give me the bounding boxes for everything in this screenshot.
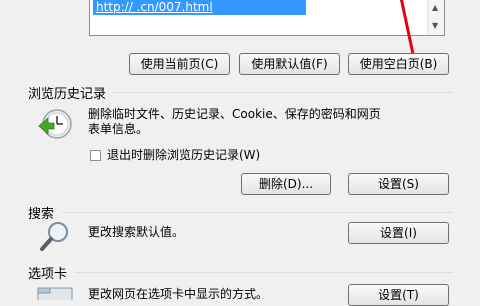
browsing-history-description-line2: 表单信息。 — [88, 122, 149, 136]
history-settings-button[interactable]: 设置(S) — [348, 173, 449, 195]
scroll-up-arrow-icon[interactable]: ▲ — [432, 3, 438, 12]
section-divider — [113, 92, 453, 93]
use-default-button[interactable]: 使用默认值(F) — [239, 53, 340, 75]
use-current-page-button[interactable]: 使用当前页(C) — [129, 53, 230, 75]
use-blank-page-button[interactable]: 使用空白页(B) — [348, 53, 449, 75]
delete-on-exit-label[interactable]: 退出时删除浏览历史记录(W) — [107, 147, 260, 163]
browsing-history-title: 浏览历史记录 — [28, 87, 107, 102]
tabs-settings-button[interactable]: 设置(T) — [348, 284, 449, 306]
tabs-title: 选项卡 — [28, 267, 68, 282]
search-settings-button[interactable]: 设置(I) — [348, 222, 449, 244]
scroll-down-arrow-icon[interactable]: ▼ — [432, 21, 438, 30]
magnifier-icon — [36, 218, 74, 256]
section-divider — [62, 212, 453, 213]
delete-history-button[interactable]: 删除(D)... — [241, 173, 331, 195]
url-scrollbar[interactable]: ▲ ▼ — [427, 0, 444, 35]
delete-on-exit-checkbox[interactable] — [90, 150, 101, 161]
homepage-url-textarea[interactable]: http:// .cn/007.html ▲ ▼ — [89, 0, 445, 36]
browsing-history-description-line1: 删除临时文件、历史记录、Cookie、保存的密码和网页 — [88, 107, 381, 121]
homepage-url-selected-text: http:// .cn/007.html — [93, 0, 306, 15]
history-clock-icon — [36, 106, 74, 144]
search-description: 更改搜索默认值。 — [88, 225, 185, 239]
tabs-window-icon — [36, 284, 74, 300]
section-divider — [75, 272, 453, 273]
